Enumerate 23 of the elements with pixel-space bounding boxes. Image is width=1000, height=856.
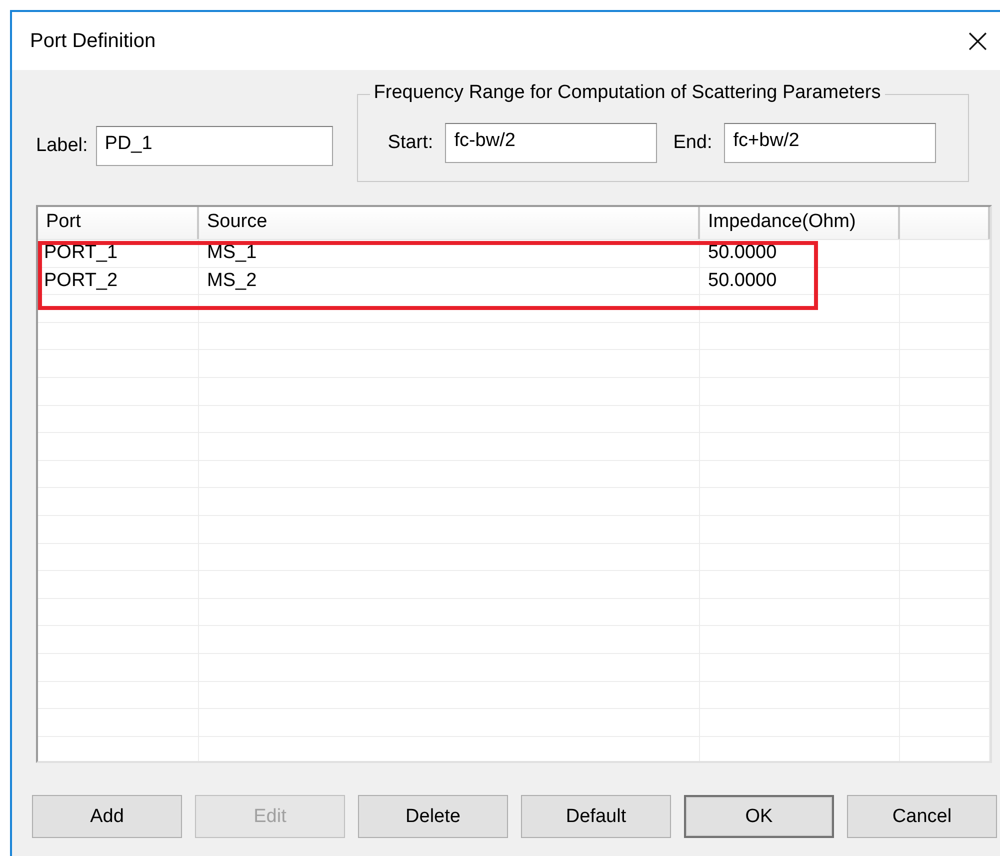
field-label: Start:	[388, 132, 434, 154]
dialog-button[interactable]: Add	[32, 795, 182, 838]
window-title: Port Definition	[30, 30, 156, 52]
field-label: Label:	[36, 135, 88, 157]
table-cell: 50.0000	[700, 268, 900, 294]
table-cell: 50.0000	[700, 240, 900, 267]
table-cell: MS_1	[199, 240, 700, 267]
end-input-field[interactable]: fc+bw/2	[724, 123, 936, 163]
group-title: Frequency Range for Computation of Scattering Parameters	[370, 82, 885, 104]
table-cell: MS_2	[199, 268, 700, 294]
table-cell: PORT_1	[38, 240, 199, 267]
start-input-field[interactable]: fc-bw/2	[445, 123, 658, 163]
dialog-button[interactable]: Default	[521, 795, 671, 838]
field-label: End:	[673, 132, 712, 154]
dialog-button[interactable]: Delete	[358, 795, 508, 838]
table-cell: PORT_2	[38, 268, 199, 294]
close-button[interactable]: ×	[964, 24, 992, 58]
column-header[interactable]: Source	[199, 207, 700, 239]
column-header[interactable]: Impedance(Ohm)	[700, 207, 900, 239]
column-header[interactable]: Port	[38, 207, 199, 239]
dialog-button[interactable]: Cancel	[847, 795, 997, 838]
dialog-button[interactable]: OK	[684, 795, 834, 838]
label-input-field[interactable]: PD_1	[96, 126, 333, 166]
